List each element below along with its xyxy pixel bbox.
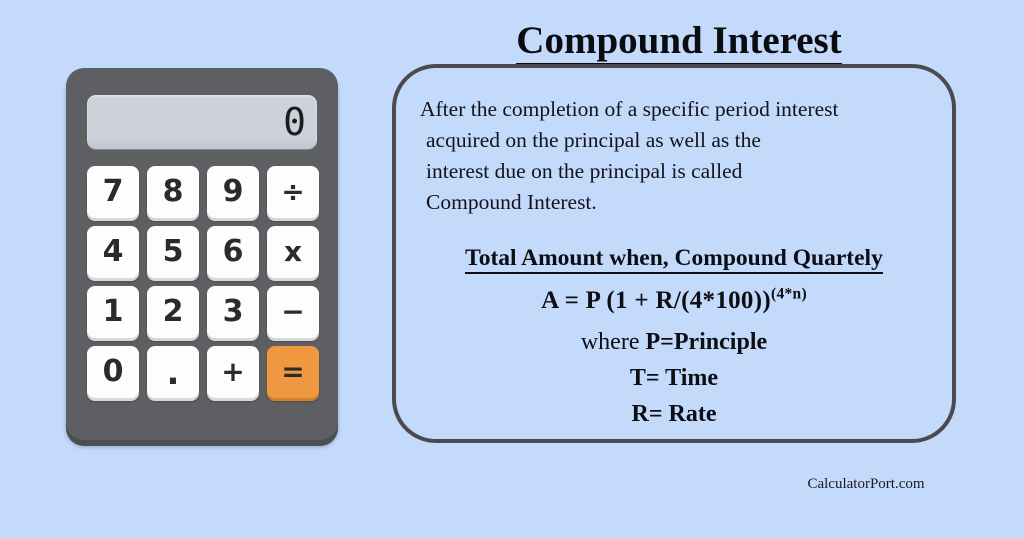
where-value-principle: P=Principle xyxy=(645,329,768,355)
calculator-display: 0 xyxy=(87,95,317,149)
key-8[interactable]: 8 xyxy=(147,166,199,218)
info-box: After the completion of a specific perio… xyxy=(392,64,956,443)
key-2[interactable]: 2 xyxy=(147,286,199,338)
where-line-rate: R= Rate xyxy=(396,401,952,428)
formula-subheading: Total Amount when, Compound Quartely xyxy=(396,245,952,274)
page-title: Compound Interest xyxy=(394,18,964,66)
key-0[interactable]: 0 xyxy=(87,346,139,398)
site-watermark: CalculatorPort.com xyxy=(807,476,925,492)
definition-line-3: interest due on the principal is called xyxy=(426,159,743,183)
page-title-text: Compound Interest xyxy=(516,19,842,66)
definition-line-4: Compound Interest. xyxy=(426,190,597,214)
key-5[interactable]: 5 xyxy=(147,226,199,278)
poster-canvas: 0 7 8 9 ÷ 4 5 6 x 1 2 3 − 0 . + = Compou… xyxy=(0,0,1024,538)
where-line-time: T= Time xyxy=(396,365,952,392)
compound-interest-formula: A = P (1 + R/(4*100))(4*n) xyxy=(396,285,952,315)
where-value-rate: R= Rate xyxy=(631,401,717,427)
where-value-time: T= Time xyxy=(629,365,719,391)
key-3[interactable]: 3 xyxy=(207,286,259,338)
calculator-graphic: 0 7 8 9 ÷ 4 5 6 x 1 2 3 − 0 . + = xyxy=(66,68,338,440)
formula-exponent: (4*n) xyxy=(770,285,807,303)
formula-base: A = P (1 + R/(4*100)) xyxy=(541,287,771,314)
where-line-principle: where P=Principle xyxy=(396,329,952,356)
definition-paragraph: After the completion of a specific perio… xyxy=(420,94,940,218)
calculator-display-value: 0 xyxy=(283,100,306,144)
key-equals[interactable]: = xyxy=(267,346,319,398)
key-multiply[interactable]: x xyxy=(267,226,319,278)
calculator-keypad: 7 8 9 ÷ 4 5 6 x 1 2 3 − 0 . + = xyxy=(87,166,319,398)
formula-subheading-text: Total Amount when, Compound Quartely xyxy=(465,245,883,274)
key-divide[interactable]: ÷ xyxy=(267,166,319,218)
key-1[interactable]: 1 xyxy=(87,286,139,338)
where-keyword: where xyxy=(580,329,646,355)
key-7[interactable]: 7 xyxy=(87,166,139,218)
key-minus[interactable]: − xyxy=(267,286,319,338)
key-plus[interactable]: + xyxy=(207,346,259,398)
key-decimal[interactable]: . xyxy=(147,346,199,398)
definition-line-2: acquired on the principal as well as the xyxy=(426,128,761,152)
key-6[interactable]: 6 xyxy=(207,226,259,278)
key-4[interactable]: 4 xyxy=(87,226,139,278)
definition-line-1: After the completion of a specific perio… xyxy=(420,97,839,121)
key-9[interactable]: 9 xyxy=(207,166,259,218)
